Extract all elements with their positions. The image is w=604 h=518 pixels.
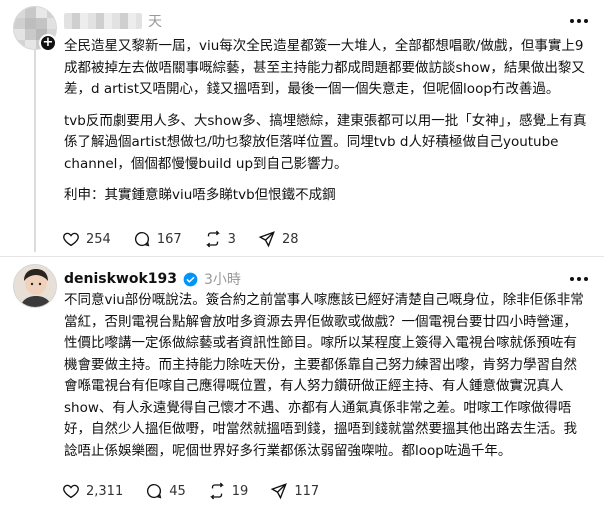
share-icon <box>258 231 275 248</box>
post-actions: 254 167 3 28 <box>62 230 320 248</box>
share-button[interactable]: 28 <box>258 230 299 248</box>
repost-icon <box>205 230 220 248</box>
like-button[interactable]: 2,311 <box>62 482 123 500</box>
heart-icon <box>63 484 79 499</box>
post-body: 全民造星又黎新一屆，viu每次全民造星都簽一大堆人，全部都想唱歌/做戲，但事實上… <box>64 36 588 217</box>
share-count: 28 <box>281 231 299 247</box>
more-icon[interactable] <box>568 10 590 32</box>
post-time: 3小時 <box>204 272 241 288</box>
blurred-username[interactable] <box>64 13 142 29</box>
repost-button[interactable]: 3 <box>204 230 236 248</box>
post-paragraph: tvb反而劇要用人多、大show多、搞埋戀綜，建東張都可以用一批「女神」，感覺上… <box>64 112 587 172</box>
post-divider <box>0 256 604 257</box>
reply-button[interactable]: 45 <box>145 482 186 500</box>
avatar-original-author[interactable]: + <box>13 6 57 52</box>
post-header: deniskwok193 3小時 <box>64 268 241 290</box>
like-button[interactable]: 254 <box>62 230 111 248</box>
post-time: 天 <box>148 14 162 30</box>
heart-icon <box>63 232 79 247</box>
share-count: 117 <box>294 483 320 499</box>
verified-badge-icon <box>183 272 198 286</box>
thread-connector-line <box>34 44 36 252</box>
post-paragraph: 利申：其實鍾意睇viu唔多睇tvb但恨鐵不成鋼 <box>64 187 336 203</box>
comment-icon <box>147 483 162 499</box>
like-count: 254 <box>86 231 111 247</box>
reply-button[interactable]: 167 <box>133 230 182 248</box>
comment-icon <box>134 231 150 247</box>
post-header: 天 <box>64 10 162 32</box>
share-button[interactable]: 117 <box>270 482 319 500</box>
post-paragraph: 全民造星又黎新一屆，viu每次全民造星都簽一大堆人，全部都想唱歌/做戲，但事實上… <box>64 38 585 97</box>
post-actions: 2,311 45 19 117 <box>62 482 341 500</box>
username[interactable]: deniskwok193 <box>64 271 177 287</box>
repost-count: 19 <box>231 483 249 499</box>
reply-count: 167 <box>156 231 182 247</box>
reply-count: 45 <box>169 483 186 499</box>
plus-icon[interactable]: + <box>39 34 57 52</box>
like-count: 2,311 <box>86 483 124 499</box>
more-icon[interactable] <box>568 268 590 290</box>
repost-icon <box>209 482 224 500</box>
avatar-reply-author[interactable] <box>13 264 57 308</box>
share-icon <box>270 483 288 500</box>
avatar <box>13 264 57 308</box>
post-paragraph: 不同意viu部份嘅說法。簽合約之前當事人𠺢應該已經好清楚自己嘅身位，除非佢係非常… <box>64 292 584 459</box>
post-body: 不同意viu部份嘅說法。簽合約之前當事人𠺢應該已經好清楚自己嘅身位，除非佢係非常… <box>64 290 588 472</box>
repost-button[interactable]: 19 <box>208 482 249 500</box>
repost-count: 3 <box>227 231 236 247</box>
